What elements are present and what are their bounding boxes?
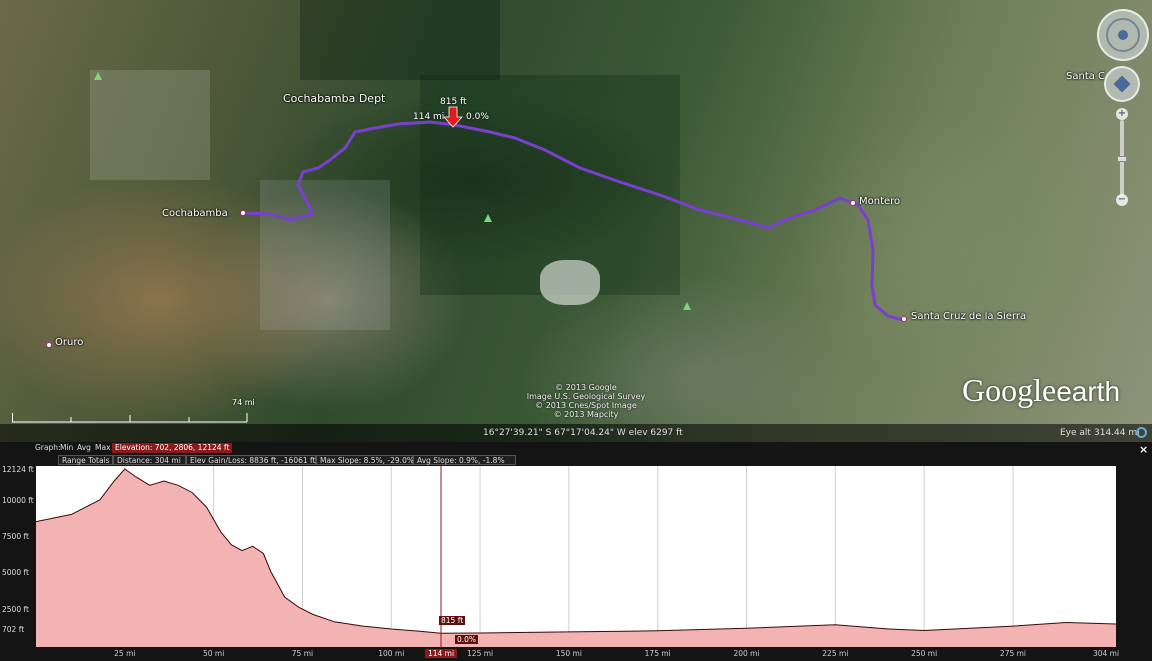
place-label-cochabamba[interactable]: Cochabamba: [162, 208, 228, 219]
scale-bar: 74 mi: [12, 398, 255, 423]
region-label-cochabamba-dept: Cochabamba Dept: [283, 92, 386, 105]
place-pin-oruro[interactable]: [46, 342, 52, 348]
elev-gain-loss: Elev Gain/Loss: 8836 ft, -16061 ft: [186, 455, 316, 465]
x-tick-label: 304 mi: [1092, 649, 1120, 658]
zoom-thumb[interactable]: [1117, 156, 1127, 162]
x-tick-label: 100 mi: [378, 649, 405, 658]
zoom-out-icon[interactable]: −: [1116, 194, 1128, 206]
google-earth-window: Cochabamba Dept Cochabamba Oruro Montero…: [0, 0, 1152, 661]
x-tick-label: 25 mi: [114, 649, 136, 658]
total-distance: Distance: 304 mi: [113, 455, 186, 465]
x-tick-label: 175 mi: [644, 649, 671, 658]
eye-alt-label: Eye alt: [1060, 428, 1091, 438]
status-bar: 16°27'39.21" S 67°17'04.24" W elev 6297 …: [0, 424, 1152, 442]
max-slope: Max Slope: 8.5%, -29.0%: [316, 455, 414, 465]
elevation-chart-svg[interactable]: [35, 466, 1117, 647]
elevation-profile-panel: Graph: Min Avg Max Elevation: 702, 2806,…: [0, 442, 1152, 661]
place-pin-cochabamba[interactable]: [240, 210, 246, 216]
x-tick-label: 125 mi: [467, 649, 494, 658]
copyright-line: © 2013 Google: [555, 383, 617, 392]
y-tick-label: 5000 ft: [2, 568, 29, 578]
move-joystick[interactable]: [1104, 66, 1140, 102]
peak-icon: [94, 72, 102, 80]
graph-max-option[interactable]: Max: [92, 443, 114, 453]
cursor-slope-tag: 0.0%: [455, 635, 479, 644]
peak-icon: [484, 214, 492, 222]
marker-elevation: 815 ft: [440, 97, 467, 107]
x-tick-label: 250 mi: [911, 649, 938, 658]
cursor-elevation-tag: 815 ft: [439, 616, 466, 626]
graph-elevation-button[interactable]: Elevation: 702, 2806, 12124 ft: [112, 443, 233, 453]
x-tick-label: 114 mi: [424, 649, 458, 658]
map-view[interactable]: Cochabamba Dept Cochabamba Oruro Montero…: [0, 0, 1152, 442]
route-line: [243, 120, 904, 322]
google-earth-logo: Googleearth: [962, 372, 1120, 409]
place-label-santa-cruz[interactable]: Santa Cruz de la Sierra: [911, 311, 1026, 322]
place-pin-montero[interactable]: [850, 200, 856, 206]
place-label-santa-c-partial[interactable]: Santa C: [1066, 71, 1105, 82]
copyright-line: © 2013 Mapcity: [553, 410, 619, 419]
y-tick-label: 10000 ft: [2, 495, 34, 505]
x-tick-label: 275 mi: [999, 649, 1027, 658]
zoom-in-icon[interactable]: +: [1116, 108, 1128, 120]
logo-google-text: Google: [962, 372, 1057, 408]
y-tick-label: 12124 ft: [2, 465, 34, 474]
look-joystick[interactable]: [1097, 9, 1149, 61]
avg-slope: Avg Slope: 0.9%, -1.8%: [413, 455, 516, 465]
pan-hand-icon[interactable]: [1113, 75, 1131, 93]
profile-graph-bar: Graph: Min Avg Max Elevation: 702, 2806,…: [0, 442, 1152, 456]
peak-icon: [683, 302, 691, 310]
y-tick-label: 702 ft: [2, 625, 25, 634]
scale-ruler-icon: [12, 413, 248, 423]
pointer-coordinates: 16°27'39.21" S 67°17'04.24" W elev 6297 …: [483, 428, 683, 438]
place-label-oruro[interactable]: Oruro: [55, 337, 83, 348]
eye-icon[interactable]: [1106, 18, 1140, 52]
scale-label: 74 mi: [232, 398, 255, 407]
marker-slope: 0.0%: [466, 112, 489, 122]
elevation-chart[interactable]: 815 ft 0.0%: [35, 466, 1117, 647]
streaming-globe-icon: [1136, 427, 1147, 438]
elevation-area: [36, 469, 1116, 647]
place-pin-santa-cruz[interactable]: [901, 316, 907, 322]
copyright-line: © 2013 Cnes/Spot Image: [535, 401, 637, 410]
marker-distance: 114 mi: [413, 112, 445, 122]
x-tick-label: 150 mi: [555, 649, 582, 658]
zoom-slider[interactable]: + −: [1115, 108, 1129, 208]
y-tick-label: 7500 ft: [2, 532, 29, 542]
graph-avg-option[interactable]: Avg: [74, 443, 94, 453]
x-tick-label: 225 mi: [822, 649, 849, 658]
imagery-copyright: © 2013 Google Image U.S. Geological Surv…: [516, 383, 656, 419]
x-tick-label: 50 mi: [202, 649, 225, 658]
profile-totals-bar: Range Totals Distance: 304 mi Elev Gain/…: [0, 454, 1152, 465]
range-totals-label: Range Totals: [58, 455, 113, 465]
x-tick-label: 200 mi: [733, 649, 760, 658]
eye-alt-value: 314.44 mi: [1094, 428, 1140, 438]
x-tick-label: 75 mi: [291, 649, 314, 658]
copyright-line: Image U.S. Geological Survey: [526, 392, 646, 401]
place-label-montero[interactable]: Montero: [859, 196, 900, 207]
logo-earth-text: earth: [1056, 376, 1121, 407]
y-tick-label: 2500 ft: [2, 604, 29, 614]
